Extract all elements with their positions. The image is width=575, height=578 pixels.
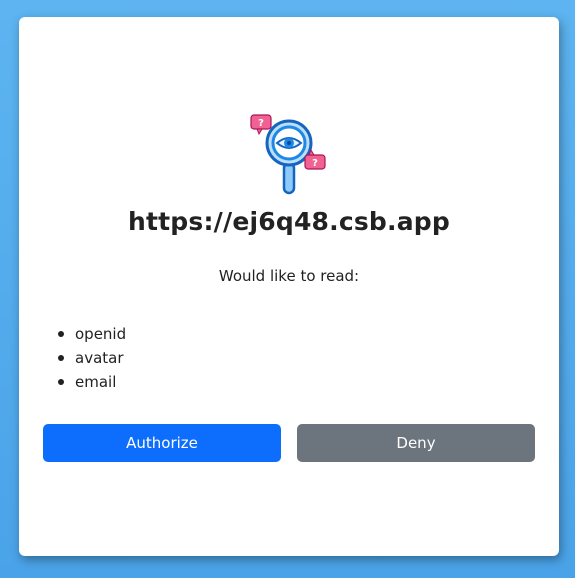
scope-list: openid avatar email xyxy=(43,322,126,394)
bullet-icon xyxy=(58,379,64,385)
badge-question-mark: ? xyxy=(312,158,318,169)
magnifier-eye-icon: ? ? xyxy=(249,113,329,207)
deny-button[interactable]: Deny xyxy=(297,424,535,462)
scope-label: avatar xyxy=(75,349,124,367)
authorization-dialog: ? ? https://ej6q48.csb.app Would like to… xyxy=(19,17,559,556)
badge-question-mark: ? xyxy=(258,118,264,129)
scope-label: email xyxy=(75,373,117,391)
bullet-icon xyxy=(58,331,64,337)
bullet-icon xyxy=(58,355,64,361)
scope-item: avatar xyxy=(58,346,126,370)
authorize-button[interactable]: Authorize xyxy=(43,424,281,462)
scope-item: email xyxy=(58,370,126,394)
app-name-title: https://ej6q48.csb.app xyxy=(128,207,450,236)
scope-item: openid xyxy=(58,322,127,346)
scope-label: openid xyxy=(75,325,127,343)
permission-prompt: Would like to read: xyxy=(218,267,360,285)
